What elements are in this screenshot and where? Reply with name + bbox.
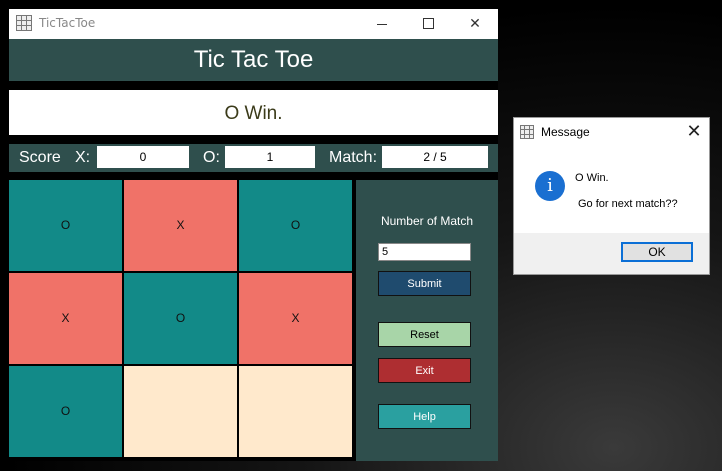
reset-button[interactable]: Reset [378, 322, 471, 347]
status-message: O Win. [9, 90, 498, 135]
match-label: Match: [329, 149, 378, 166]
board-cell-5[interactable]: O [124, 273, 237, 364]
board-cell-6[interactable]: X [239, 273, 352, 364]
board-cell-2[interactable]: X [124, 180, 237, 271]
message-dialog: Message ✕ i O Win. Go for next match?? O… [513, 117, 710, 275]
score-bar: Score X: 0 O: 1 Match: 2 / 5 [9, 144, 498, 172]
maximize-icon[interactable] [405, 9, 451, 39]
exit-button[interactable]: Exit [378, 358, 471, 383]
board-cell-4[interactable]: X [9, 273, 122, 364]
ok-button[interactable]: OK [621, 242, 693, 262]
game-board: O X O X O X O [9, 180, 352, 461]
o-score-field: 1 [225, 146, 315, 168]
number-of-match-input[interactable]: 5 [378, 243, 471, 261]
match-field: 2 / 5 [382, 146, 488, 168]
main-window: TicTacToe ✕ Tic Tac Toe O Win. Score X: … [9, 9, 498, 461]
info-icon: i [535, 171, 565, 201]
board-cell-1[interactable]: O [9, 180, 122, 271]
minimize-icon[interactable] [359, 9, 405, 39]
dialog-footer: OK [514, 233, 709, 274]
dialog-message-line1: O Win. [575, 172, 609, 184]
dialog-app-icon [520, 125, 534, 139]
side-panel: Number of Match 5 Submit Reset Exit Help [356, 180, 498, 461]
window-title: TicTacToe [39, 16, 96, 30]
help-button[interactable]: Help [378, 404, 471, 429]
board-cell-7[interactable]: O [9, 366, 122, 457]
dialog-message-line2: Go for next match?? [578, 198, 678, 210]
o-score-label: O: [203, 149, 220, 166]
app-icon [16, 15, 32, 31]
title-bar: TicTacToe ✕ [9, 9, 498, 39]
x-score-label: X: [75, 149, 91, 166]
x-score-field: 0 [97, 146, 189, 168]
game-title: Tic Tac Toe [9, 39, 498, 81]
dialog-title: Message [541, 125, 590, 139]
submit-button[interactable]: Submit [378, 271, 471, 296]
close-icon[interactable]: ✕ [452, 9, 498, 39]
board-cell-8[interactable] [124, 366, 237, 457]
board-cell-9[interactable] [239, 366, 352, 457]
dialog-close-icon[interactable]: ✕ [680, 119, 708, 145]
score-label: Score [19, 149, 61, 166]
board-cell-3[interactable]: O [239, 180, 352, 271]
number-of-match-label: Number of Match [380, 214, 474, 228]
